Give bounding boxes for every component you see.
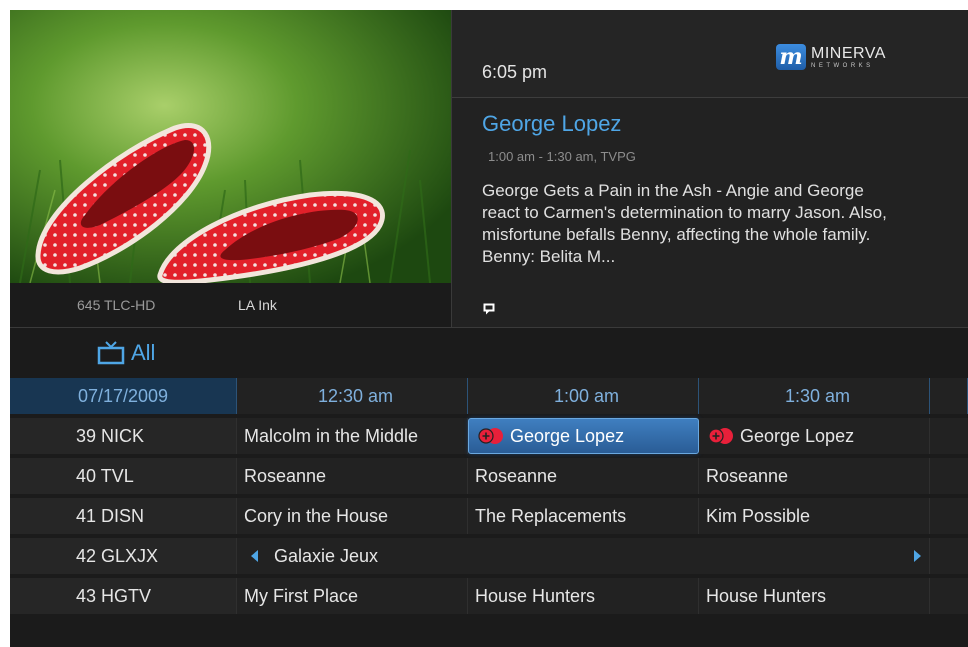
program-description: George Gets a Pain in the Ash - Angie an… bbox=[482, 181, 887, 266]
program-cell[interactable]: Roseanne bbox=[237, 458, 468, 494]
minerva-logo: m MINERVA NETWORKS bbox=[776, 42, 886, 72]
program-cell-title: Galaxie Jeux bbox=[274, 545, 379, 566]
preview-image bbox=[10, 10, 451, 283]
program-time-rating: 1:00 am - 1:30 am, TVPG bbox=[488, 149, 636, 164]
guide-footer bbox=[10, 619, 968, 647]
program-cell[interactable]: Kim Possible bbox=[699, 498, 930, 534]
program-cell-selected[interactable]: George Lopez bbox=[468, 418, 699, 454]
channel-label[interactable]: 39 NICK bbox=[10, 418, 237, 454]
preview-show-title: LA Ink bbox=[238, 297, 277, 313]
program-cell-title: George Lopez bbox=[510, 425, 625, 446]
program-cell-spanning[interactable]: Galaxie Jeux bbox=[237, 538, 930, 574]
program-cell[interactable]: Roseanne bbox=[699, 458, 930, 494]
continues-right-icon bbox=[914, 550, 921, 562]
continues-left-icon bbox=[251, 550, 258, 562]
tv-guide-screen: 645 TLC-HD LA Ink 6:05 pm m MINERVA NETW… bbox=[10, 10, 968, 647]
program-cell[interactable]: Cory in the House bbox=[237, 498, 468, 534]
filter-label: All bbox=[131, 340, 156, 365]
info-header: 6:05 pm m MINERVA NETWORKS bbox=[452, 10, 968, 98]
channel-label[interactable]: 43 HGTV bbox=[10, 578, 237, 614]
logo-text: MINERVA bbox=[811, 44, 886, 62]
program-title: George Lopez bbox=[482, 111, 622, 136]
channel-label[interactable]: 40 TVL bbox=[10, 458, 237, 494]
time-slot-header: 12:30 am bbox=[237, 378, 468, 414]
guide-date: 07/17/2009 bbox=[10, 378, 237, 414]
program-cell-title: George Lopez bbox=[740, 425, 855, 446]
program-cell-overflow[interactable] bbox=[930, 458, 968, 494]
program-cell[interactable]: George Lopez bbox=[699, 418, 930, 454]
series-record-icon bbox=[478, 428, 503, 444]
guide-row: 40 TVL Roseanne Roseanne Roseanne bbox=[10, 458, 968, 494]
logo-subtext: NETWORKS bbox=[811, 62, 874, 69]
current-time: 6:05 pm bbox=[482, 62, 548, 82]
program-cell[interactable]: Roseanne bbox=[468, 458, 699, 494]
guide-row: 41 DISN Cory in the House The Replacemen… bbox=[10, 498, 968, 534]
live-preview-window[interactable] bbox=[10, 10, 451, 283]
program-cell-overflow[interactable] bbox=[930, 578, 968, 614]
series-record-icon bbox=[708, 428, 733, 444]
divider bbox=[10, 327, 968, 328]
channel-label[interactable]: 42 GLXJX bbox=[10, 538, 237, 574]
program-cell[interactable]: My First Place bbox=[237, 578, 468, 614]
program-cell-overflow[interactable] bbox=[930, 498, 968, 534]
channel-filter[interactable]: All bbox=[97, 340, 155, 366]
program-cell-title: Malcolm in the Middle bbox=[244, 425, 419, 446]
logo-mark: m bbox=[776, 44, 806, 70]
program-cell-overflow[interactable] bbox=[930, 538, 968, 574]
program-cell-overflow[interactable] bbox=[930, 418, 968, 454]
program-info-panel: 6:05 pm m MINERVA NETWORKS George Lopez … bbox=[452, 10, 968, 328]
guide-row: 42 GLXJX Galaxie Jeux bbox=[10, 538, 968, 574]
program-cell[interactable]: Malcolm in the Middle bbox=[237, 418, 468, 454]
guide-header-row: 07/17/2009 12:30 am 1:00 am 1:30 am bbox=[10, 378, 968, 414]
time-slot-header: 1:30 am bbox=[699, 378, 930, 414]
program-cell[interactable]: House Hunters bbox=[699, 578, 930, 614]
guide-row: 39 NICK Malcolm in the Middle George Lop… bbox=[10, 418, 968, 454]
tv-icon bbox=[97, 341, 125, 365]
time-slot-header: 1:00 am bbox=[468, 378, 699, 414]
program-cell[interactable]: House Hunters bbox=[468, 578, 699, 614]
preview-channel: 645 TLC-HD bbox=[77, 297, 156, 313]
guide-row: 43 HGTV My First Place House Hunters Hou… bbox=[10, 578, 968, 614]
program-cell[interactable]: The Replacements bbox=[468, 498, 699, 534]
time-slot-header bbox=[930, 378, 968, 414]
channel-label[interactable]: 41 DISN bbox=[10, 498, 237, 534]
preview-caption: 645 TLC-HD LA Ink bbox=[10, 283, 451, 327]
message-icon bbox=[483, 303, 495, 315]
